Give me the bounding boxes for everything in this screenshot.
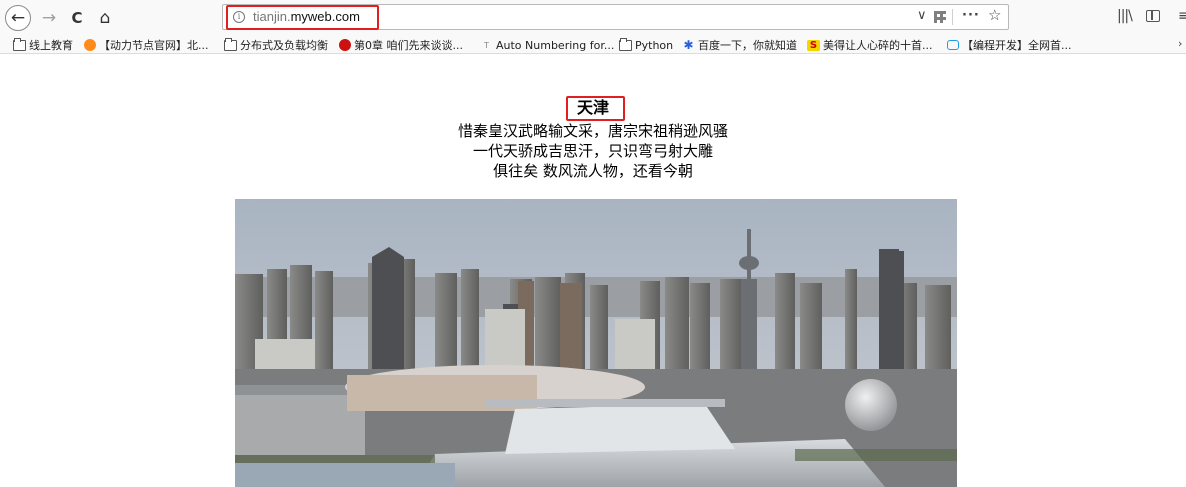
folder-icon bbox=[224, 37, 237, 51]
e-logo-icon bbox=[84, 39, 96, 51]
bookmark-label: 【动力节点官网】北... bbox=[99, 39, 209, 52]
baidu-paw-icon: ✱ bbox=[683, 37, 694, 52]
page-content: 天津 惜秦皇汉武略输文采，唐宗宋祖稍逊风骚 一代天骄成吉思汗，只识弯弓射大雕 俱… bbox=[0, 55, 1186, 487]
dropdown-icon[interactable]: ∨ bbox=[917, 8, 927, 23]
bookmarks-overflow-icon[interactable]: › bbox=[1178, 37, 1182, 50]
menu-icon[interactable]: ≡ bbox=[1178, 8, 1186, 24]
url-domain: myweb.com bbox=[290, 9, 360, 24]
bookmark-label: 【编程开发】全网首... bbox=[962, 39, 1072, 52]
bookmark-item[interactable]: 第0章 咱们先来谈谈... bbox=[339, 37, 463, 53]
bookmark-label: 百度一下，你就知道 bbox=[698, 39, 797, 52]
reload-icon: C bbox=[71, 9, 83, 27]
bookmark-label: 第0章 咱们先来谈谈... bbox=[354, 39, 463, 52]
bookmark-item[interactable]: 【动力节点官网】北... bbox=[84, 37, 209, 53]
bookmark-label: Auto Numbering for... bbox=[496, 38, 615, 52]
divider bbox=[952, 9, 953, 25]
city-photo bbox=[235, 199, 957, 487]
library-icon[interactable]: |||\ bbox=[1117, 8, 1133, 24]
bookmark-item[interactable]: T Auto Numbering for... bbox=[480, 37, 614, 53]
bookmark-item[interactable]: Python bbox=[619, 37, 673, 53]
city-skyline-image bbox=[235, 199, 957, 487]
bookmark-label: 线上教育 bbox=[29, 39, 73, 52]
bookmark-star-icon[interactable]: ☆ bbox=[988, 6, 1001, 24]
bilibili-tv-icon bbox=[947, 40, 959, 50]
poem-line: 俱往矣 数风流人物，还看今朝 bbox=[493, 162, 693, 180]
s-logo-icon: S bbox=[807, 39, 820, 51]
poem-line: 惜秦皇汉武略输文采，唐宗宋祖稍逊风骚 bbox=[457, 122, 728, 140]
bookmark-item[interactable]: S 美得让人心碎的十首... bbox=[807, 37, 933, 53]
bookmark-item[interactable]: ✱ 百度一下，你就知道 bbox=[682, 37, 797, 53]
poem: 惜秦皇汉武略输文采，唐宗宋祖稍逊风骚 一代天骄成吉思汗，只识弯弓射大雕 俱往矣 … bbox=[0, 121, 1186, 181]
page-title: 天津 bbox=[576, 98, 609, 117]
more-actions-icon[interactable]: ··· bbox=[962, 8, 980, 23]
bookmark-label: 分布式及负载均衡 bbox=[240, 39, 328, 52]
site-info-icon[interactable]: i bbox=[233, 11, 245, 23]
forward-button[interactable]: → bbox=[36, 5, 62, 31]
bookmark-item[interactable]: 分布式及负载均衡 bbox=[224, 37, 328, 53]
red-logo-icon bbox=[339, 39, 351, 51]
url-text[interactable]: tianjin.myweb.com bbox=[253, 9, 360, 24]
forward-arrow-icon: → bbox=[41, 8, 57, 28]
bookmark-label: 美得让人心碎的十首... bbox=[823, 39, 933, 52]
poem-line: 一代天骄成吉思汗，只识弯弓射大雕 bbox=[472, 142, 713, 160]
folder-icon bbox=[13, 37, 26, 51]
folder-icon bbox=[619, 37, 632, 51]
bookmark-item[interactable]: 线上教育 bbox=[13, 37, 73, 53]
sidebar-icon[interactable] bbox=[1146, 10, 1160, 22]
t-logo-icon: T bbox=[484, 40, 489, 50]
bookmark-label: Python bbox=[635, 38, 674, 52]
bookmark-item[interactable]: 【编程开发】全网首... bbox=[947, 37, 1072, 53]
home-icon: ⌂ bbox=[99, 8, 111, 28]
reload-button[interactable]: C bbox=[64, 5, 90, 31]
url-subdomain: tianjin. bbox=[253, 9, 291, 24]
home-button[interactable]: ⌂ bbox=[92, 5, 118, 31]
back-button[interactable]: ← bbox=[5, 5, 31, 31]
bookmarks-bar: 线上教育 【动力节点官网】北... 分布式及负载均衡 第0章 咱们先来谈谈...… bbox=[0, 34, 1186, 54]
browser-toolbar: ← → C ⌂ i tianjin.myweb.com ∨ ··· ☆ |||\… bbox=[0, 0, 1186, 34]
qr-code-icon[interactable] bbox=[934, 11, 946, 23]
back-arrow-icon: ← bbox=[10, 8, 26, 28]
